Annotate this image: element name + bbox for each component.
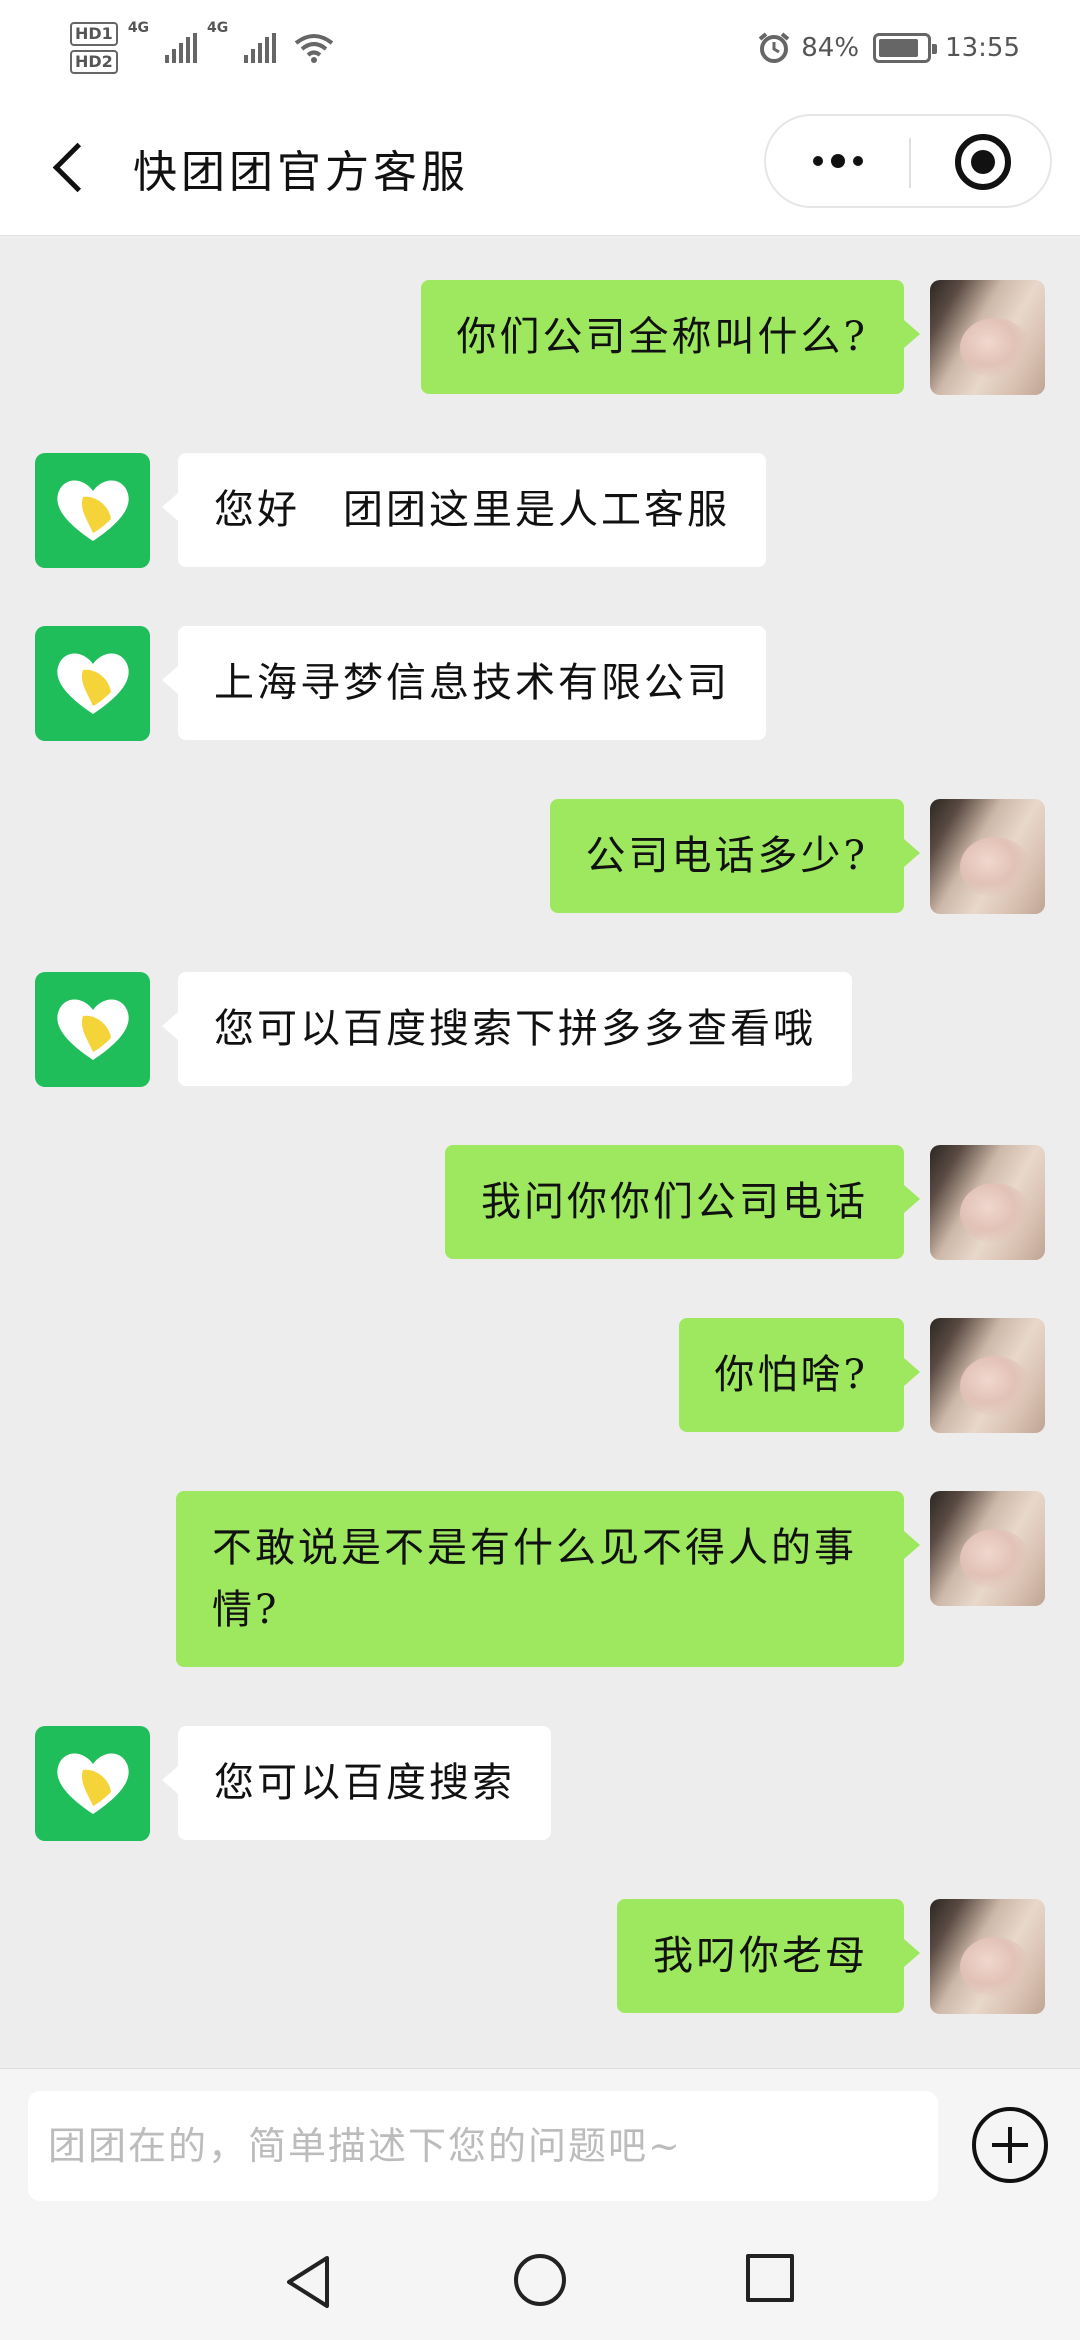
message-bubble[interactable]: 你们公司全称叫什么?	[420, 280, 921, 394]
user-avatar[interactable]	[930, 1145, 1045, 1260]
message-bubble[interactable]: 我叼你老母	[617, 1899, 920, 2013]
mini-program-capsule	[764, 114, 1052, 208]
user-avatar[interactable]	[930, 1899, 1045, 2014]
message-bubble[interactable]: 我问你你们公司电话	[445, 1145, 920, 1259]
signal-icon-1	[165, 33, 198, 63]
user-avatar[interactable]	[930, 1491, 1045, 1606]
user-avatar[interactable]	[930, 280, 1045, 395]
more-dots-icon[interactable]	[766, 116, 909, 206]
nav-back-icon[interactable]	[283, 2254, 333, 2310]
status-right: 84% 13:55	[757, 31, 1020, 65]
heart-logo-icon	[57, 480, 129, 541]
status-bar: HD1 HD2 4G 4G 84% 13:55	[0, 0, 1080, 96]
input-bar	[0, 2068, 1080, 2220]
battery-icon	[873, 33, 938, 63]
battery-percent: 84%	[801, 33, 860, 63]
heart-logo-icon	[57, 999, 129, 1060]
message-bubble[interactable]: 不敢说是不是有什么见不得人的事情?	[176, 1491, 920, 1667]
message-bubble[interactable]: 您可以百度搜索下拼多多查看哦	[162, 972, 852, 1086]
message-bubble[interactable]: 公司电话多少?	[549, 799, 921, 913]
hd-indicator: HD1 HD2	[70, 20, 118, 76]
message-bubble[interactable]: 你怕啥?	[678, 1318, 921, 1432]
message-bubble[interactable]: 上海寻梦信息技术有限公司	[162, 626, 766, 740]
nav-home-icon[interactable]	[514, 2254, 566, 2306]
signal-icon-2	[244, 33, 277, 63]
network-type-1: 4G	[127, 20, 150, 36]
hd2-badge: HD2	[70, 50, 118, 74]
user-avatar[interactable]	[930, 799, 1045, 914]
battery-fill	[879, 39, 919, 57]
service-avatar[interactable]	[35, 453, 150, 568]
message-list[interactable]: 你们公司全称叫什么? 您好 团团这里是人工客服 上海寻梦信息技术有限公司 公司电…	[0, 237, 1080, 2067]
plus-circle-icon[interactable]	[972, 2107, 1048, 2183]
service-avatar[interactable]	[35, 972, 150, 1087]
status-left: HD1 HD2 4G 4G	[70, 20, 334, 76]
heart-logo-icon	[57, 1753, 129, 1814]
page-title: 快团团官方客服	[133, 147, 469, 198]
service-avatar[interactable]	[35, 1726, 150, 1841]
system-nav-bar	[0, 2220, 1080, 2340]
heart-logo-icon	[57, 653, 129, 714]
alarm-icon	[758, 32, 790, 63]
message-bubble[interactable]: 您可以百度搜索	[162, 1726, 551, 1840]
wifi-icon	[295, 34, 334, 63]
message-bubble[interactable]: 您好 团团这里是人工客服	[162, 453, 766, 567]
hd1-badge: HD1	[70, 22, 118, 46]
clock: 13:55	[945, 33, 1020, 63]
chat-header: 快团团官方客服	[0, 96, 1080, 236]
target-close-icon[interactable]	[911, 116, 1052, 206]
back-arrow-icon[interactable]	[40, 136, 100, 196]
service-avatar[interactable]	[35, 626, 150, 741]
nav-recent-icon[interactable]	[746, 2254, 794, 2302]
network-type-2: 4G	[207, 20, 229, 36]
user-avatar[interactable]	[930, 1318, 1045, 1433]
message-input[interactable]	[28, 2091, 938, 2201]
